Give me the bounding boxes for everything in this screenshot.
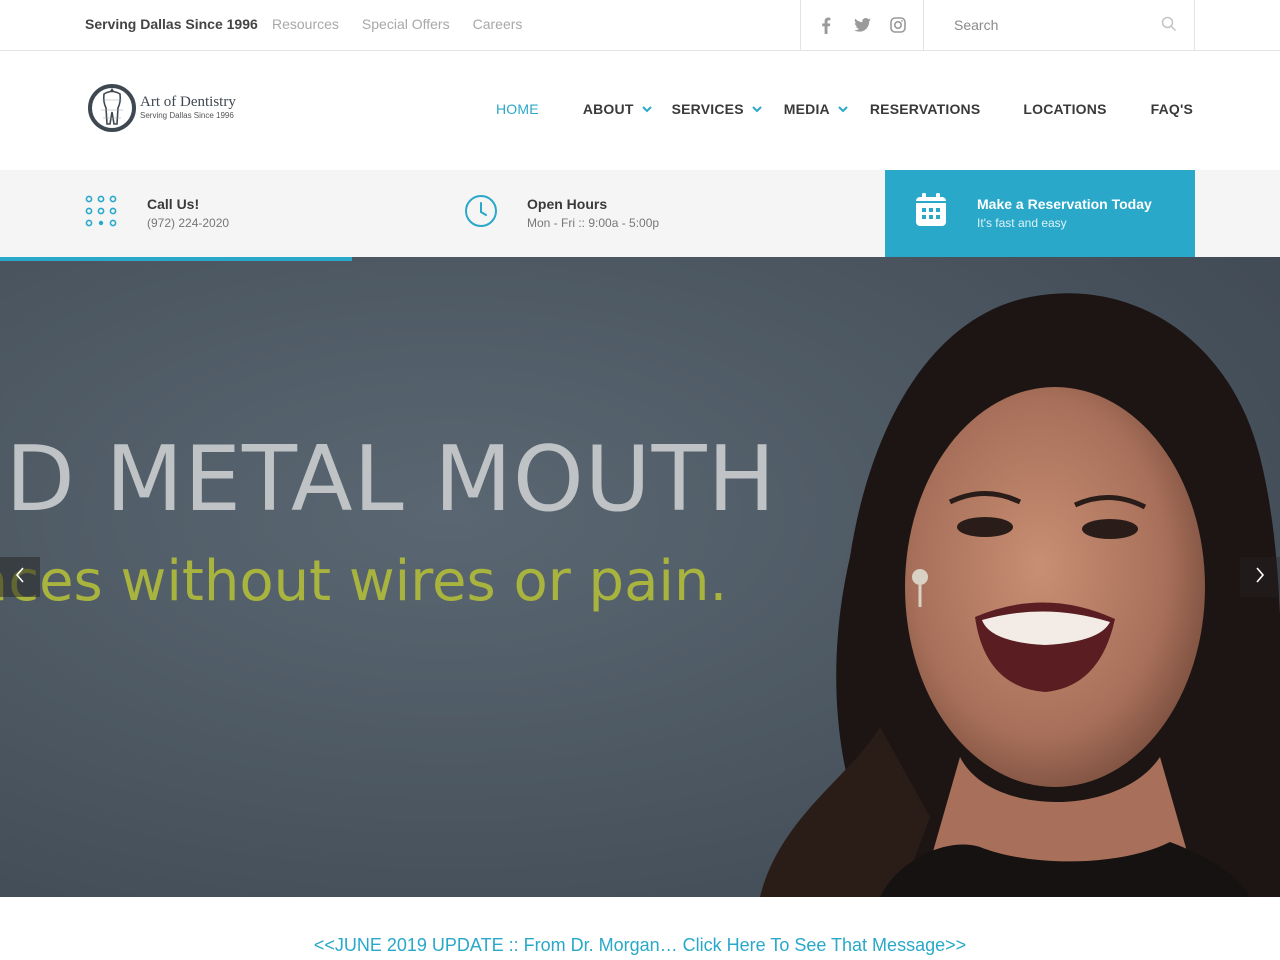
open-hours-block: Open Hours Mon - Fri :: 9:00a - 5:00p [464,170,784,257]
nav-home[interactable]: HOME [496,101,539,117]
tooth-logo-icon [88,84,136,132]
reservation-title: Make a Reservation Today [977,196,1152,212]
chevron-down-icon [838,105,848,113]
slider-next-button[interactable] [1240,557,1280,597]
site-header: Art of Dentistry Serving Dallas Since 19… [0,51,1280,170]
hero-subline: aces without wires or pain. [0,549,728,614]
logo-name: Art of Dentistry [140,94,236,110]
nav-home-label: HOME [496,101,539,117]
social-links [800,0,924,50]
dialpad-icon [85,195,119,234]
nav-reservations-label: RESERVATIONS [869,101,981,117]
nav-media[interactable]: MEDIA [784,101,848,117]
nav-about-label: ABOUT [582,101,634,117]
careers-link[interactable]: Careers [473,16,523,32]
resources-link[interactable]: Resources [272,16,339,32]
slider-progress-bar [0,257,1280,261]
chevron-right-icon [1255,566,1265,588]
call-us-title: Call Us! [147,196,200,212]
make-reservation-button[interactable]: Make a Reservation Today It's fast and e… [885,170,1195,257]
search-box [924,0,1195,50]
reservation-subtitle: It's fast and easy [977,216,1067,230]
open-hours-value: Mon - Fri :: 9:00a - 5:00p [527,216,660,230]
logo-subtitle: Serving Dallas Since 1996 [140,111,234,120]
open-hours-title: Open Hours [527,196,608,212]
search-input[interactable] [954,15,1154,35]
nav-services-label: SERVICES [671,101,744,117]
nav-about[interactable]: ABOUT [583,101,652,117]
nav-media-label: MEDIA [783,101,830,117]
twitter-icon[interactable] [853,16,871,34]
main-nav: HOME ABOUT SERVICES MEDIA RESERVATIONS L… [496,101,1193,117]
nav-locations[interactable]: LOCATIONS [1023,101,1106,117]
call-us-block[interactable]: Call Us! (972) 224-2020 [85,170,385,257]
nav-faqs-label: FAQ'S [1150,101,1194,117]
hero-headline: ID METAL MOUTH [0,427,777,532]
calendar-icon [915,193,947,232]
tagline: Serving Dallas Since 1996 [85,16,258,32]
chevron-down-icon [641,105,652,113]
instagram-icon[interactable] [889,16,907,34]
special-offers-link[interactable]: Special Offers [362,16,450,32]
nav-services[interactable]: SERVICES [672,101,762,117]
nav-faqs[interactable]: FAQ'S [1151,101,1193,117]
phone-number[interactable]: (972) 224-2020 [147,216,229,230]
chevron-left-icon [15,566,25,588]
announcement-bar: <<JUNE 2019 UPDATE :: From Dr. Morgan… C… [0,897,1280,960]
hero-slider: ID METAL MOUTH aces without wires or pai… [0,257,1280,897]
top-bar: Serving Dallas Since 1996 Resources Spec… [0,0,1280,51]
chevron-down-icon [752,105,762,113]
nav-reservations[interactable]: RESERVATIONS [870,101,981,117]
slider-prev-button[interactable] [0,557,40,597]
top-links: Resources Special Offers Careers [272,16,522,32]
search-icon[interactable] [1161,16,1177,37]
clock-icon [464,194,498,233]
facebook-icon[interactable] [817,16,835,34]
site-logo[interactable]: Art of Dentistry Serving Dallas Since 19… [88,80,258,138]
slider-progress-fill [0,257,352,261]
announcement-link[interactable]: <<JUNE 2019 UPDATE :: From Dr. Morgan… C… [314,935,966,955]
nav-locations-label: LOCATIONS [1023,101,1107,117]
